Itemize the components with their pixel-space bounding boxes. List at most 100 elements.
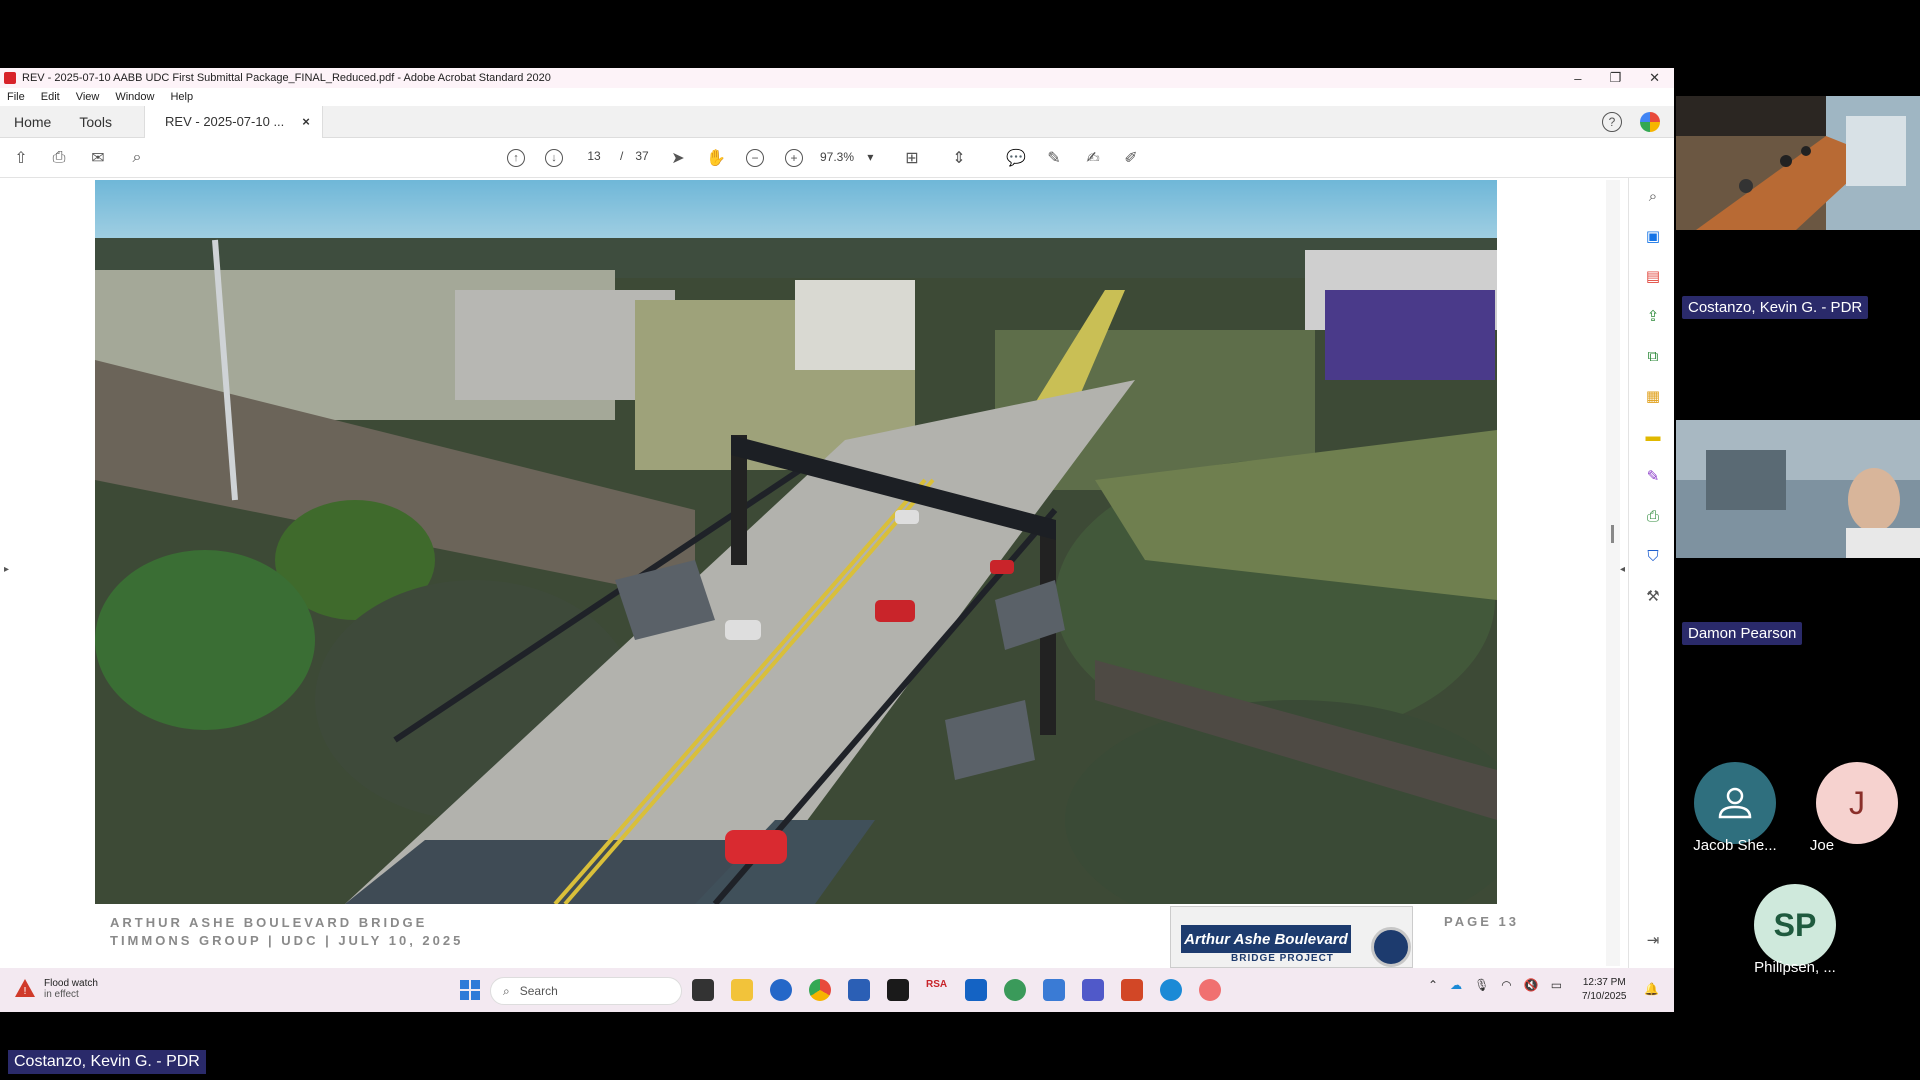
create-pdf-icon[interactable]: ▣ xyxy=(1643,226,1663,246)
window-controls: – ❐ ✕ xyxy=(1574,68,1660,88)
rsa-icon[interactable]: RSA xyxy=(926,979,948,1001)
edge-icon[interactable] xyxy=(1160,979,1182,1001)
menu-file[interactable]: File xyxy=(7,91,25,103)
avatar[interactable] xyxy=(1694,762,1776,844)
wifi-icon[interactable]: ◠ xyxy=(1501,978,1511,992)
teams-icon[interactable] xyxy=(1082,979,1104,1001)
tab-bar: Home Tools REV - 2025-07-10 ... × ? xyxy=(0,105,1674,138)
file-explorer-icon[interactable] xyxy=(731,979,753,1001)
fit-page-icon[interactable]: ⊞ xyxy=(901,147,923,169)
menu-window[interactable]: Window xyxy=(115,91,154,103)
city-seal-icon xyxy=(1371,927,1411,967)
restore-button[interactable]: ❐ xyxy=(1609,70,1621,86)
help-icon[interactable]: ? xyxy=(1602,112,1622,132)
window-title: REV - 2025-07-10 AABB UDC First Submitta… xyxy=(22,72,551,84)
acrobat-icon[interactable] xyxy=(887,979,909,1001)
participant-video-damon xyxy=(1676,420,1920,558)
scrolling-mode-icon[interactable]: ⇕ xyxy=(948,147,970,169)
system-tray: ⌃ ☁ 🎙 ◠ 🔇 ▭ xyxy=(1428,978,1562,992)
onedrive-icon[interactable]: ☁ xyxy=(1450,978,1462,992)
zoom-level-select[interactable]: 97.3% ▾ xyxy=(820,150,873,164)
avatar[interactable]: SP xyxy=(1754,884,1836,966)
tabbar-right-icons: ? xyxy=(1602,112,1660,132)
maps-icon[interactable] xyxy=(1004,979,1026,1001)
highlight-icon[interactable]: ✎ xyxy=(1043,147,1065,169)
menu-help[interactable]: Help xyxy=(170,91,193,103)
edit-pdf-icon[interactable]: ✐ xyxy=(1120,147,1142,169)
search-icon: ⌕ xyxy=(503,983,510,998)
windows-taskbar: ! Flood watch in effect ⌕ Search RSA ⌃ ☁… xyxy=(0,968,1674,1012)
right-panel-collapse-icon[interactable]: ◂ xyxy=(1620,564,1625,575)
browser-icon[interactable] xyxy=(1199,979,1221,1001)
chrome-icon[interactable] xyxy=(809,979,831,1001)
word-icon[interactable] xyxy=(848,979,870,1001)
print-icon[interactable]: ⎙ xyxy=(48,147,70,169)
upload-icon[interactable]: ⇧ xyxy=(10,147,32,169)
zoom-out-icon[interactable]: − xyxy=(744,147,766,169)
prev-page-icon[interactable]: ↑ xyxy=(505,147,527,169)
app-icon[interactable] xyxy=(770,979,792,1001)
minimize-button[interactable]: – xyxy=(1574,71,1581,86)
print-production-icon[interactable]: ⎙ xyxy=(1643,506,1663,526)
logo-title: Arthur Ashe Boulevard xyxy=(1181,925,1351,953)
snipping-icon[interactable] xyxy=(1043,979,1065,1001)
outlook-icon[interactable] xyxy=(965,979,987,1001)
volume-muted-icon[interactable]: 🔇 xyxy=(1524,978,1539,992)
search-icon[interactable]: ⌕ xyxy=(1643,186,1663,206)
find-icon[interactable]: ⌕ xyxy=(126,147,148,169)
page-number-input[interactable]: 13 xyxy=(580,149,608,163)
powerpoint-icon[interactable] xyxy=(1121,979,1143,1001)
tab-close-icon[interactable]: × xyxy=(302,114,310,129)
tab-document[interactable]: REV - 2025-07-10 ... × xyxy=(144,105,323,138)
page-number-label: PAGE 13 xyxy=(1444,914,1519,929)
collapse-pane-icon[interactable]: ⇥ xyxy=(1643,930,1663,950)
chevron-up-icon[interactable]: ⌃ xyxy=(1428,978,1438,992)
protect-icon[interactable]: ⛉ xyxy=(1643,546,1663,566)
taskbar-clock[interactable]: 12:37 PM 7/10/2025 xyxy=(1582,976,1627,1004)
start-button[interactable] xyxy=(460,980,480,1000)
export-excel-icon[interactable]: ▦ xyxy=(1643,386,1663,406)
left-panel-toggle-icon[interactable]: ▸ xyxy=(4,564,9,575)
footer-line-2: TIMMONS GROUP | UDC | JULY 10, 2025 xyxy=(110,933,464,948)
organize-pages-icon[interactable]: ▤ xyxy=(1643,266,1663,286)
avatar[interactable]: J xyxy=(1816,762,1898,844)
fill-sign-icon[interactable]: ✎ xyxy=(1643,466,1663,486)
search-placeholder: Search xyxy=(519,984,558,998)
tools-pane: ⌕ ▣ ▤ ⇪ ⧉ ▦ ▬ ✎ ⎙ ⛉ ⚒ ⇥ xyxy=(1628,178,1674,968)
menu-view[interactable]: View xyxy=(76,91,100,103)
battery-icon[interactable]: ▭ xyxy=(1551,978,1562,992)
tab-tools[interactable]: Tools xyxy=(65,106,126,138)
mic-muted-icon[interactable]: 🎙 xyxy=(1474,978,1489,992)
chevron-down-icon: ▾ xyxy=(867,150,874,164)
close-button[interactable]: ✕ xyxy=(1649,70,1660,86)
page-total: 37 xyxy=(635,149,649,163)
warning-icon: ! xyxy=(15,979,35,997)
next-page-icon[interactable]: ↓ xyxy=(543,147,565,169)
shared-screen: REV - 2025-07-10 AABB UDC First Submitta… xyxy=(0,68,1674,1012)
presenter-name-tag: Costanzo, Kevin G. - PDR xyxy=(8,1050,206,1074)
tab-document-label: REV - 2025-07-10 ... xyxy=(165,114,285,129)
combine-files-icon[interactable]: ⧉ xyxy=(1643,346,1663,366)
sign-icon[interactable]: ✍ xyxy=(1082,147,1104,169)
weather-title: Flood watch xyxy=(44,978,98,989)
task-view-icon[interactable] xyxy=(692,979,714,1001)
tab-home[interactable]: Home xyxy=(0,106,65,138)
comment-icon[interactable]: 💬 xyxy=(1005,147,1027,169)
hand-tool-icon[interactable]: ✋ xyxy=(705,147,727,169)
email-icon[interactable]: ✉ xyxy=(87,147,109,169)
notification-icon[interactable]: 🔔 xyxy=(1644,982,1659,996)
page-separator: / xyxy=(620,149,624,163)
taskbar-search[interactable]: ⌕ Search xyxy=(490,977,682,1005)
page-indicator: 13 / 37 xyxy=(580,149,649,163)
participant-name: Joe xyxy=(1809,837,1835,854)
scrollbar-thumb[interactable] xyxy=(1611,525,1614,543)
comment-pane-icon[interactable]: ▬ xyxy=(1643,426,1663,446)
select-cursor-icon[interactable]: ➤ xyxy=(667,147,689,169)
export-pdf-icon[interactable]: ⇪ xyxy=(1643,306,1663,326)
weather-widget[interactable]: ! Flood watch in effect xyxy=(14,978,98,1000)
menu-edit[interactable]: Edit xyxy=(41,91,60,103)
vertical-scrollbar[interactable] xyxy=(1606,180,1620,966)
zoom-in-icon[interactable]: + xyxy=(783,147,805,169)
more-tools-icon[interactable]: ⚒ xyxy=(1643,586,1663,606)
account-icon[interactable] xyxy=(1640,112,1660,132)
